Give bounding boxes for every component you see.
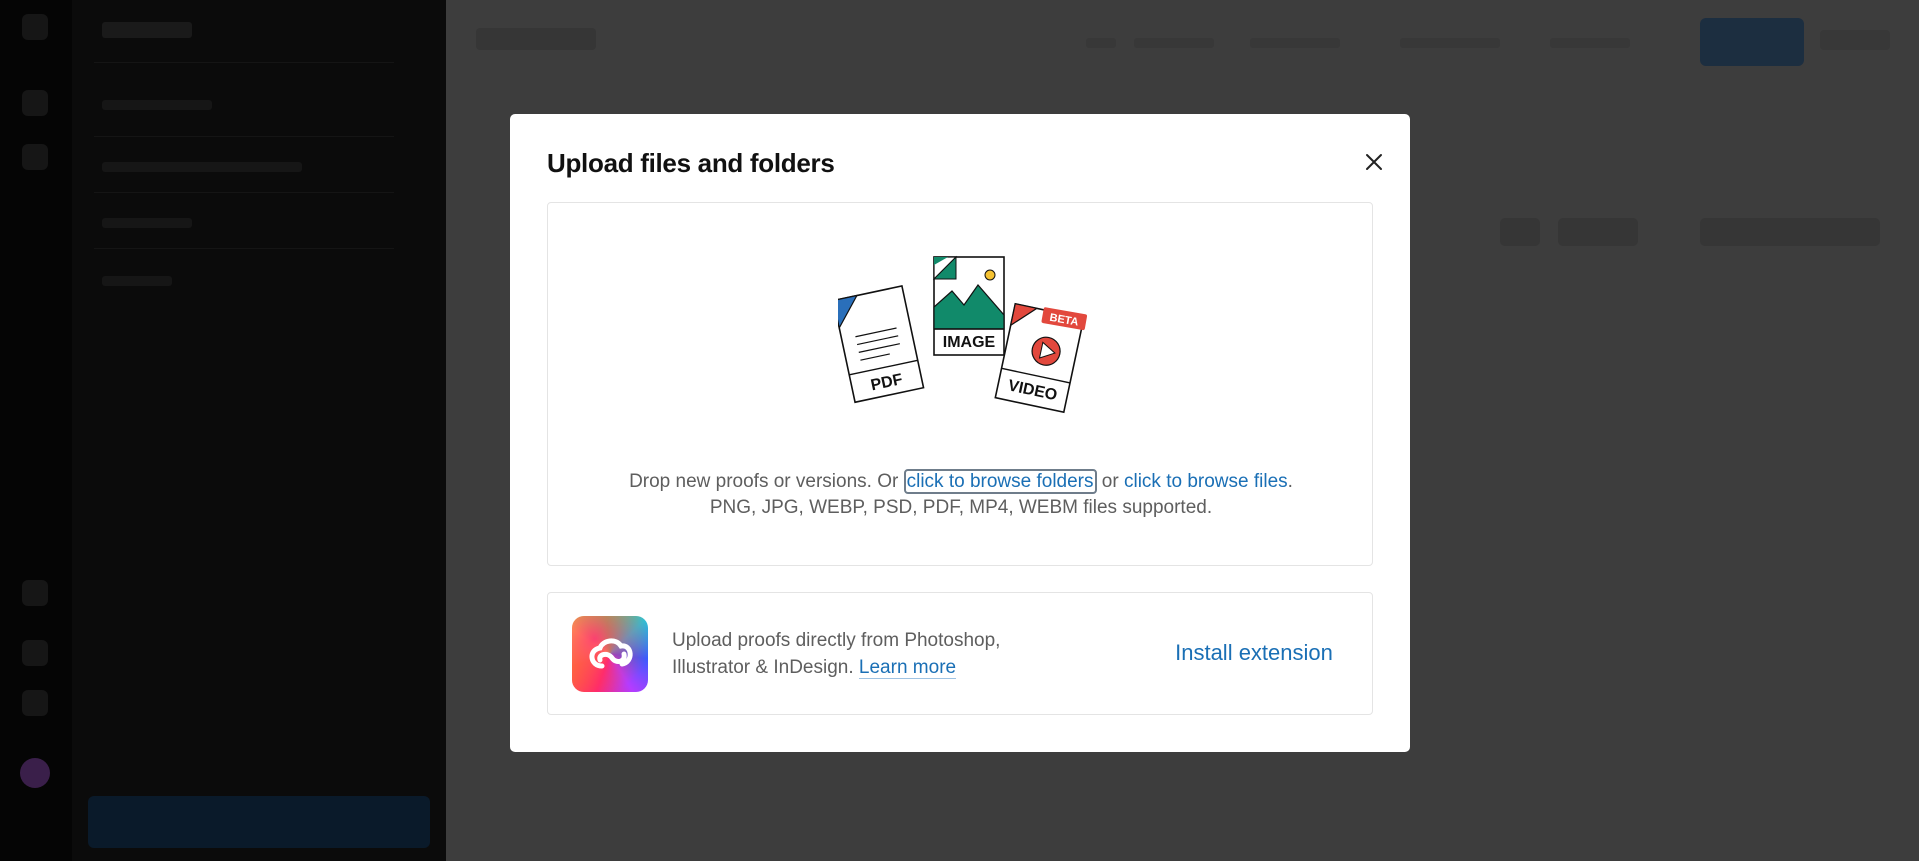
main-nav-item bbox=[1134, 38, 1214, 48]
divider bbox=[94, 136, 394, 137]
close-button[interactable] bbox=[1362, 150, 1386, 174]
main-nav-item bbox=[1250, 38, 1340, 48]
rail-icon bbox=[22, 14, 48, 40]
main-nav-item bbox=[1550, 38, 1630, 48]
drop-text-prefix: Drop new proofs or versions. Or bbox=[629, 471, 904, 492]
main-page-title bbox=[476, 28, 596, 50]
sidebar-item bbox=[102, 162, 302, 172]
image-file-icon: IMAGE bbox=[932, 255, 1005, 356]
extension-description: Upload proofs directly from Photoshop, I… bbox=[672, 627, 1052, 681]
divider bbox=[94, 192, 394, 193]
main-nav-item bbox=[1400, 38, 1500, 48]
rail-icon bbox=[22, 580, 48, 606]
drop-text-or: or bbox=[1096, 471, 1124, 492]
main-primary-button bbox=[1700, 18, 1804, 66]
main-toolbar-item bbox=[1700, 218, 1880, 246]
extension-description-line1: Upload proofs directly from Photoshop, bbox=[672, 630, 1001, 651]
sidebar-item bbox=[102, 218, 192, 228]
sidebar-item bbox=[102, 276, 172, 286]
app-sidebar bbox=[72, 0, 446, 861]
main-toolbar-item bbox=[1500, 218, 1540, 246]
sidebar-bottom-button bbox=[88, 796, 430, 848]
browse-files-link[interactable]: click to browse files bbox=[1124, 471, 1288, 492]
sidebar-item bbox=[102, 100, 212, 110]
extension-description-line2: Illustrator & InDesign. bbox=[672, 657, 859, 678]
divider bbox=[94, 248, 394, 249]
supported-formats-text: PNG, JPG, WEBP, PSD, PDF, MP4, WEBM file… bbox=[709, 497, 1213, 518]
dialog-title: Upload files and folders bbox=[547, 148, 835, 178]
browse-folders-link[interactable]: click to browse folders bbox=[903, 469, 1097, 494]
file-types-illustration: PDF IMAGE VIDEO BETA bbox=[838, 255, 1088, 414]
extension-promo: Upload proofs directly from Photoshop, I… bbox=[547, 592, 1373, 715]
drop-instructions: Drop new proofs or versions. Or click to… bbox=[548, 469, 1374, 521]
rail-icon bbox=[22, 144, 48, 170]
learn-more-link[interactable]: Learn more bbox=[858, 657, 957, 679]
rail-icon bbox=[22, 690, 48, 716]
main-nav-item bbox=[1086, 38, 1116, 48]
sidebar-title bbox=[102, 22, 192, 38]
image-label: IMAGE bbox=[943, 334, 996, 351]
drop-text-period: . bbox=[1287, 471, 1293, 492]
avatar bbox=[20, 758, 50, 788]
main-toolbar-item bbox=[1558, 218, 1638, 246]
drop-zone[interactable]: PDF IMAGE VIDEO BETA Drop new proofs or … bbox=[547, 202, 1373, 566]
main-secondary-button bbox=[1820, 30, 1890, 50]
close-icon bbox=[1366, 154, 1382, 170]
rail-icon bbox=[22, 640, 48, 666]
rail-icon bbox=[22, 90, 48, 116]
pdf-file-icon: PDF bbox=[838, 285, 925, 404]
install-extension-button[interactable]: Install extension bbox=[1162, 635, 1346, 671]
divider bbox=[94, 62, 394, 63]
upload-dialog: Upload files and folders PDF IMAGE VIDEO… bbox=[510, 114, 1410, 752]
creative-cloud-logo-icon bbox=[572, 616, 648, 692]
app-rail bbox=[0, 0, 72, 861]
